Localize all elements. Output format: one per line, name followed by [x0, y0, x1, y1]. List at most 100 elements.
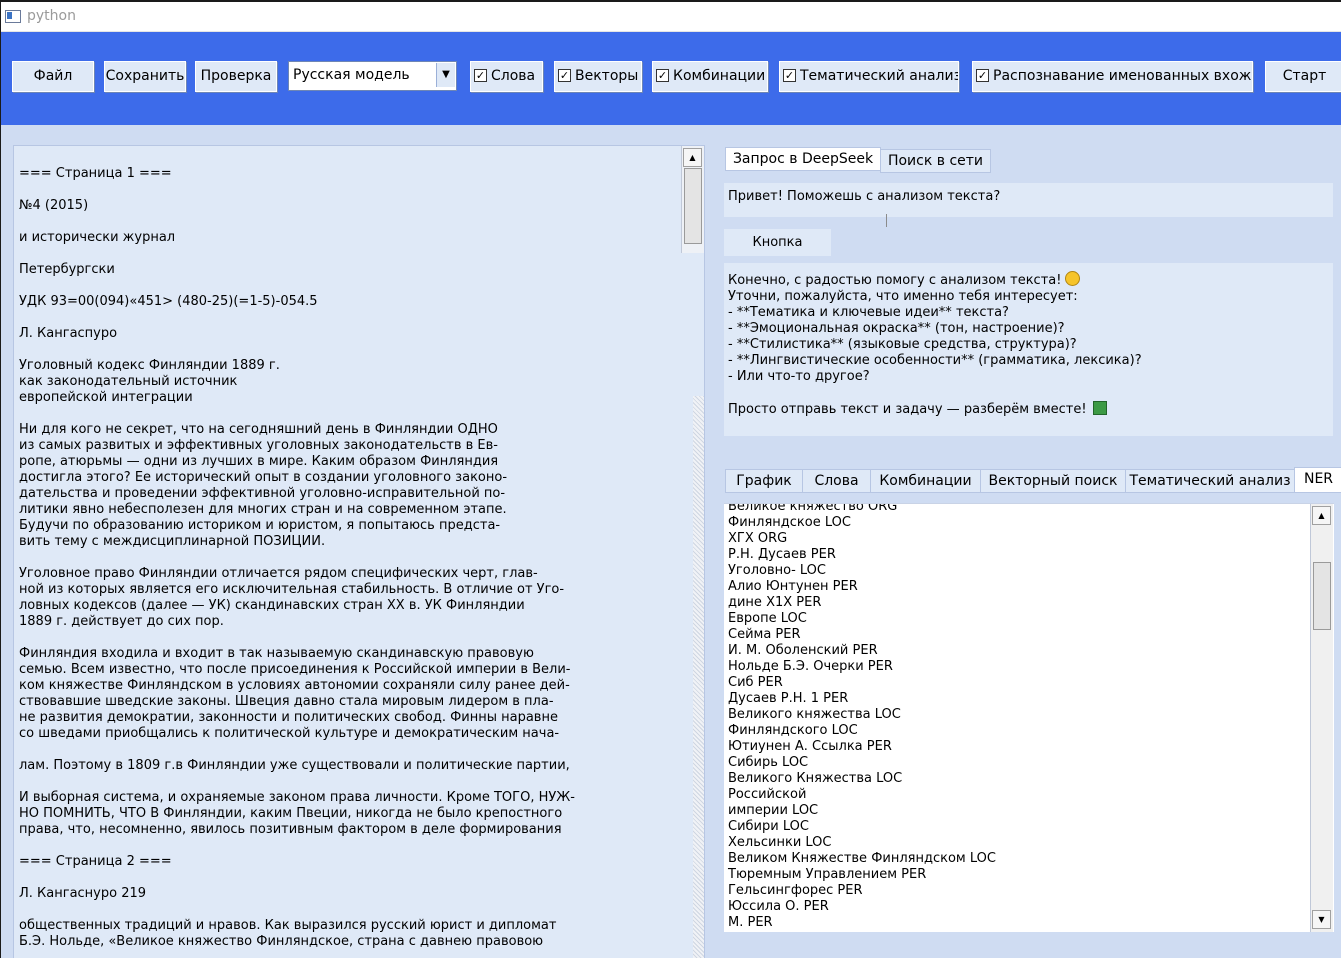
ner-list-item[interactable]: Уголовно- LOC — [728, 563, 996, 579]
ner-list-item[interactable]: Нольде Б.Э. Очерки PER — [728, 659, 996, 675]
ner-list-item[interactable]: ХГХ ORG — [728, 531, 996, 547]
response-line: Конечно, с радостью помогу с анализом те… — [728, 271, 1142, 289]
document-paragraph: Финляндия входила и входит в так называе… — [19, 646, 571, 741]
checkbox-checked-icon[interactable]: ✓ — [656, 69, 669, 82]
checkbox-words[interactable]: ✓ Слова — [470, 61, 543, 92]
scroll-thumb[interactable] — [1313, 562, 1331, 630]
model-select-value: Русская модель — [293, 67, 410, 83]
tab-combinations[interactable]: Комбинации — [870, 469, 981, 493]
document-paragraph: Уголовный кодекс Финляндии 1889 г. как з… — [19, 358, 280, 405]
check-button[interactable]: Проверка — [195, 61, 277, 92]
ner-list-item[interactable]: Финляндское LOC — [728, 515, 996, 531]
document-paragraph: Ни для кого не секрет, что на сегодняшни… — [19, 422, 508, 549]
checkbox-checked-icon[interactable]: ✓ — [976, 69, 989, 82]
file-button[interactable]: Файл — [12, 61, 94, 92]
ner-list-item[interactable]: И. М. Оболенский PER — [728, 643, 996, 659]
ner-list-item[interactable]: Европе LOC — [728, 611, 996, 627]
document-paragraph: Петербургски — [19, 262, 115, 277]
response-line — [728, 385, 1142, 401]
document-paragraph: Л. Кангаспуро — [19, 326, 118, 341]
ner-items: Великое княжество ORG Финляндское LOC ХГХ … — [728, 504, 996, 931]
checkbox-ner[interactable]: ✓ Распознавание именованных вхождений — [972, 61, 1253, 92]
checkbox-label: Комбинации — [673, 68, 766, 84]
response-line: - **Эмоциональная окраска** (тон, настро… — [728, 321, 1065, 336]
ner-list-item[interactable]: Тюремным Управлением PER — [728, 867, 996, 883]
document-paragraph: №4 (2015) — [19, 198, 89, 213]
scroll-down-icon[interactable]: ▼ — [1312, 910, 1331, 929]
ner-list-item[interactable]: Сейма PER — [728, 627, 996, 643]
ner-list-item[interactable]: Великом Княжестве Финляндском LOC — [728, 851, 996, 867]
scroll-track-disabled — [693, 396, 704, 958]
tab-ner[interactable]: NER — [1294, 467, 1341, 493]
ner-list-item[interactable]: Алио Юнтунен PER — [728, 579, 996, 595]
prompt-input[interactable]: Привет! Поможешь с анализом текста? — [724, 183, 1333, 217]
ner-list-item[interactable]: Р.Н. Дусаев PER — [728, 547, 996, 563]
ner-scrollbar[interactable]: ▲ ▼ — [1310, 504, 1333, 932]
ner-list-item[interactable]: Ютиунен А. Ссылка PER — [728, 739, 996, 755]
start-button[interactable]: Старт — [1265, 61, 1341, 92]
ner-list-item[interactable]: Российской — [728, 787, 996, 803]
ner-list-item[interactable]: Сибирь LOC — [728, 755, 996, 771]
response-line: Просто отправь текст и задачу — разберём… — [728, 401, 1142, 418]
model-select[interactable]: Русская модель ▼ — [288, 61, 457, 91]
ner-list-item[interactable]: Великого княжества LOC — [728, 707, 996, 723]
response-line: - **Лингвистические особенности** (грамм… — [728, 353, 1142, 368]
ner-list-item[interactable]: Сиб PER — [728, 675, 996, 691]
checkbox-label: Слова — [491, 68, 536, 84]
document-text-area[interactable]: === Страница 1 === №4 (2015) и исторически… — [13, 145, 705, 958]
window-title: python — [27, 8, 76, 24]
ner-list-item[interactable]: дине X1X PER — [728, 595, 996, 611]
response-line: - **Тематика и ключевые идеи** текста? — [728, 305, 1009, 320]
document-paragraph: общественных традиций и нравов. Как выра… — [19, 918, 557, 949]
tab-deepseek[interactable]: Запрос в DeepSeek — [725, 147, 881, 171]
document-paragraph: === Страница 2 === — [19, 854, 172, 869]
document-paragraph: УДК 93=00(094)«451> (480-25)(=1-5)-054.5 — [19, 294, 318, 309]
app-window: python Файл Сохранить Проверка Русская м… — [1, 2, 1341, 958]
tab-vector-search[interactable]: Векторный поиск — [980, 469, 1126, 493]
ner-list-item[interactable]: М. PER — [728, 915, 996, 931]
document-paragraph: Л. Кангаснуро 219 — [19, 886, 147, 901]
scroll-up-icon[interactable]: ▲ — [1312, 506, 1331, 525]
tab-words[interactable]: Слова — [802, 469, 871, 493]
ner-list-item[interactable]: Юссила О. PER — [728, 899, 996, 915]
checkbox-checked-icon[interactable]: ✓ — [558, 69, 571, 82]
checkbox-checked-icon[interactable]: ✓ — [783, 69, 796, 82]
response-text: Конечно, с радостью помогу с анализом те… — [728, 271, 1142, 418]
checkbox-label: Распознавание именованных вхождений — [993, 68, 1252, 84]
smile-emoji-icon — [1065, 271, 1081, 286]
ner-list-item[interactable]: Финляндского LOC — [728, 723, 996, 739]
ner-list-item[interactable]: Сибири LOC — [728, 819, 996, 835]
ner-list-item[interactable]: Хельсинки LOC — [728, 835, 996, 851]
checkbox-vectors[interactable]: ✓ Векторы — [554, 61, 642, 92]
ner-list-item[interactable]: Великого Княжества LOC — [728, 771, 996, 787]
document-paragraph: === Страница 1 === — [19, 166, 172, 181]
save-button[interactable]: Сохранить — [104, 61, 186, 92]
ner-list-item[interactable]: империи LOC — [728, 803, 996, 819]
response-area[interactable]: Конечно, с радостью помогу с анализом те… — [724, 263, 1333, 436]
document-paragraph: и исторически журнал — [19, 230, 176, 245]
prompt-text: Привет! Поможешь с анализом текста? — [728, 189, 1001, 204]
scroll-thumb[interactable] — [684, 168, 702, 244]
scroll-up-icon[interactable]: ▲ — [683, 148, 702, 167]
document-paragraph: лам. Поэтому в 1809 г.в Финляндии уже су… — [19, 758, 570, 773]
document-content: === Страница 1 === №4 (2015) и исторически… — [19, 166, 681, 958]
checkbox-combinations[interactable]: ✓ Комбинации — [652, 61, 768, 92]
app-icon — [5, 10, 21, 23]
document-scrollbar[interactable]: ▲ — [681, 146, 704, 253]
ner-list-item[interactable]: Великое княжество ORG — [728, 504, 996, 515]
response-line: - Или что-то другое? — [728, 369, 870, 384]
chevron-down-icon[interactable]: ▼ — [436, 63, 455, 87]
text-cursor-icon — [886, 214, 887, 227]
ner-list-item[interactable]: Гельсингфорес PER — [728, 883, 996, 899]
tab-web-search[interactable]: Поиск в сети — [880, 149, 991, 173]
checkbox-checked-icon[interactable]: ✓ — [474, 69, 487, 82]
ner-list-item[interactable]: Дусаев Р.Н. 1 PER — [728, 691, 996, 707]
ner-results-list[interactable]: Великое княжество ORG Финляндское LOC ХГХ … — [724, 503, 1334, 932]
tab-chart[interactable]: График — [725, 469, 803, 493]
title-bar: python — [1, 2, 1341, 32]
send-button[interactable]: Кнопка — [724, 229, 831, 256]
checkbox-thematic[interactable]: ✓ Тематический анализ — [779, 61, 959, 92]
checkbox-label: Тематический анализ — [800, 68, 959, 84]
tab-thematic-analysis[interactable]: Тематический анализ — [1125, 469, 1295, 493]
response-line: Уточни, пожалуйста, что именно тебя инте… — [728, 289, 1078, 304]
